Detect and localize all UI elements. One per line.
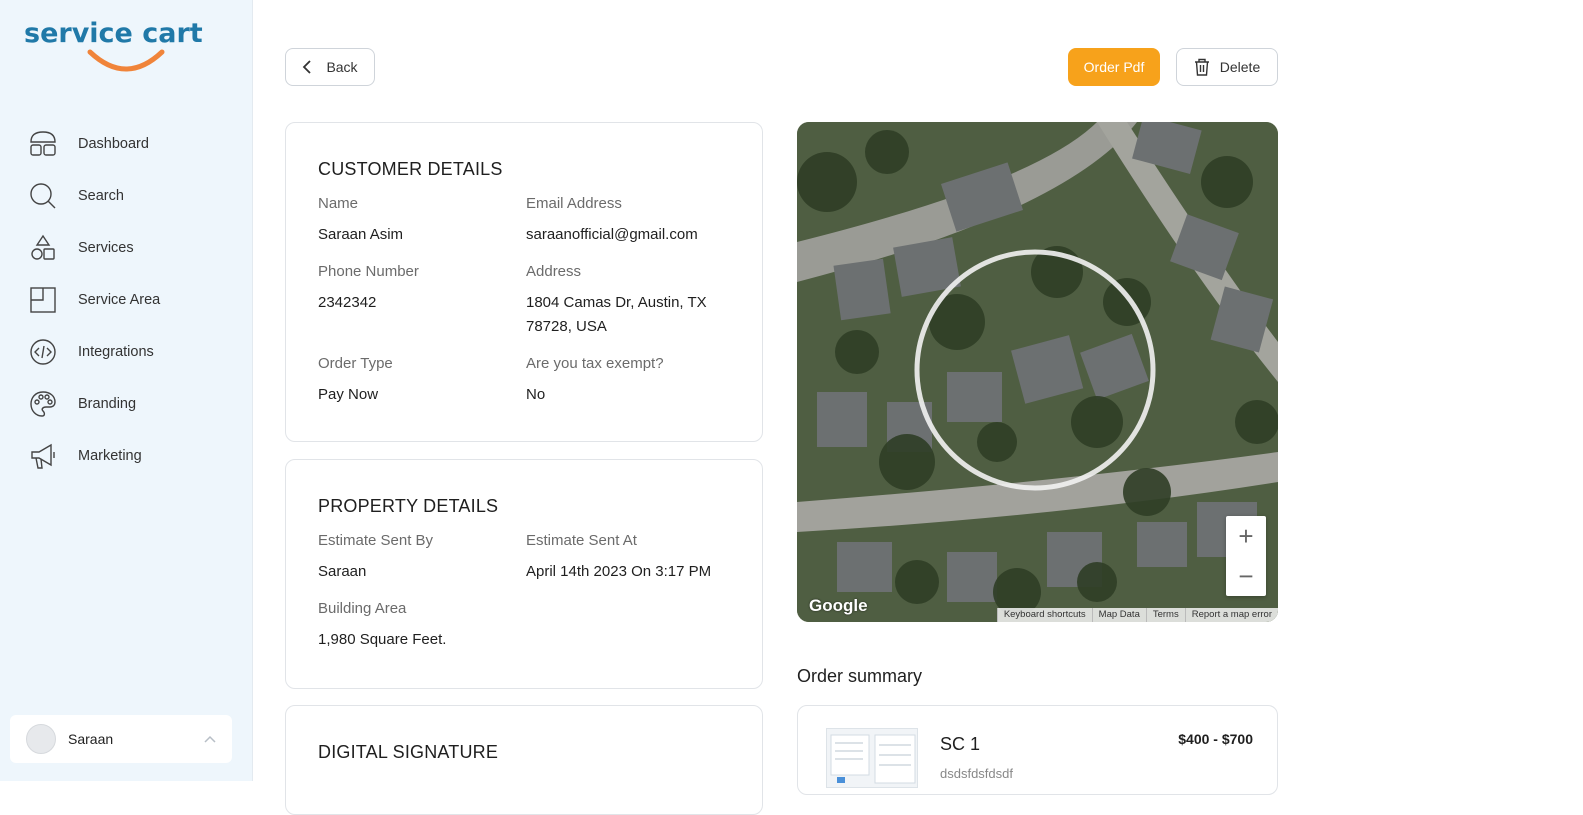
shapes-icon [28,233,58,263]
field-value: Saraan Asim [318,226,404,243]
back-button[interactable]: Back [285,48,375,86]
sidebar-item-services[interactable]: Services [0,222,253,274]
service-thumbnail [826,728,918,788]
sidebar-item-service-area[interactable]: Service Area [0,274,253,326]
map-data-link[interactable]: Map Data [1091,608,1146,622]
sidebar-item-marketing[interactable]: Marketing [0,430,253,482]
satellite-map[interactable]: + − Google Keyboard shortcuts Map Data T… [797,122,1278,622]
customer-details-title: CUSTOMER DETAILS [318,159,503,179]
megaphone-icon [28,441,58,471]
zoom-in-button[interactable]: + [1226,516,1266,556]
sidebar-item-dashboard[interactable]: Dashboard [0,118,253,170]
order-pdf-label: Order Pdf [1083,59,1145,75]
service-description: dsdsfdsfdsdf [940,766,1013,781]
field-label: Name [318,195,359,212]
sidebar-item-branding[interactable]: Branding [0,378,253,430]
customer-address-field: Address 1804 Camas Dr, Austin, TX 78728,… [526,263,736,339]
sidebar-item-label: Services [78,240,134,256]
customer-name-field: Name Saraan Asim [318,195,538,247]
terms-link[interactable]: Terms [1145,608,1185,622]
order-summary-title: Order summary [797,666,923,686]
sidebar-item-label: Dashboard [78,136,149,152]
field-label: Email Address [526,195,622,212]
sidebar-item-integrations[interactable]: Integrations [0,326,253,378]
search-icon [28,181,58,211]
field-value: 1804 Camas Dr, Austin, TX 78728, USA [526,294,707,335]
chevron-left-icon [303,60,312,74]
estimate-sent-at-field: Estimate Sent At April 14th 2023 On 3:17… [526,532,746,584]
user-menu[interactable]: Saraan [10,715,232,763]
service-price: $400 - $700 [1178,731,1253,747]
property-details-card: PROPERTY DETAILS Estimate Sent By Saraan… [285,459,763,689]
field-label: Phone Number [318,263,419,280]
sidebar-item-label: Integrations [78,344,154,360]
user-name: Saraan [68,731,114,747]
sidebar-item-label: Marketing [78,448,142,464]
order-type-field: Order Type Pay Now [318,355,538,407]
service-name: SC 1 [940,734,981,754]
code-icon [28,337,58,367]
delete-button-label: Delete [1219,59,1261,75]
palette-icon [28,389,58,419]
chevron-up-icon [204,732,216,746]
google-logo: Google [809,596,868,615]
delete-button[interactable]: Delete [1176,48,1278,86]
field-value: April 14th 2023 On 3:17 PM [526,563,712,580]
satellite-imagery [797,122,1278,622]
sidebar: service cart Dashboard Search Services S… [0,0,253,781]
field-value: No [526,386,546,403]
back-button-label: Back [326,59,358,75]
avatar [26,724,56,754]
smile-logo-icon [87,49,165,72]
field-label: Estimate Sent By [318,532,434,549]
order-pdf-button[interactable]: Order Pdf [1068,48,1160,86]
field-label: Address [526,263,582,280]
area-icon [28,285,58,315]
customer-email-field: Email Address saraanofficial@gmail.com [526,195,746,247]
field-value: saraanofficial@gmail.com [526,226,698,243]
field-label: Are you tax exempt? [526,355,664,372]
property-details-title: PROPERTY DETAILS [318,496,499,516]
field-label: Order Type [318,355,393,372]
customer-phone-field: Phone Number 2342342 [318,263,538,315]
building-area-field: Building Area 1,980 Square Feet. [318,600,538,652]
field-value: 2342342 [318,294,377,311]
sidebar-nav: Dashboard Search Services Service Area I… [0,118,253,482]
order-summary-item: SC 1 dsdsfdsfdsdf $400 - $700 [797,705,1278,795]
digital-signature-card: DIGITAL SIGNATURE [285,705,763,815]
zoom-out-button[interactable]: − [1226,556,1266,596]
sidebar-item-search[interactable]: Search [0,170,253,222]
tax-exempt-field: Are you tax exempt? No [526,355,746,407]
field-label: Building Area [318,600,407,617]
sidebar-item-label: Branding [78,396,137,412]
trash-icon [1194,58,1209,76]
field-value: Saraan [318,563,367,580]
keyboard-shortcuts-link[interactable]: Keyboard shortcuts [996,608,1092,622]
brand-logo-text: service cart [24,18,203,49]
digital-signature-title: DIGITAL SIGNATURE [318,742,499,762]
sidebar-item-label: Service Area [78,292,161,308]
field-value: Pay Now [318,386,379,403]
brand-logo[interactable]: service cart [24,18,214,74]
map-footer: Keyboard shortcuts Map Data Terms Report… [996,608,1278,622]
report-map-error-link[interactable]: Report a map error [1184,608,1278,622]
sidebar-item-label: Search [78,188,124,204]
field-label: Estimate Sent At [526,532,637,549]
estimate-sent-by-field: Estimate Sent By Saraan [318,532,538,584]
customer-details-card: CUSTOMER DETAILS Name Saraan Asim Email … [285,122,763,442]
dashboard-icon [28,129,58,159]
field-value: 1,980 Square Feet. [318,631,447,648]
map-zoom-controls: + − [1226,516,1266,596]
